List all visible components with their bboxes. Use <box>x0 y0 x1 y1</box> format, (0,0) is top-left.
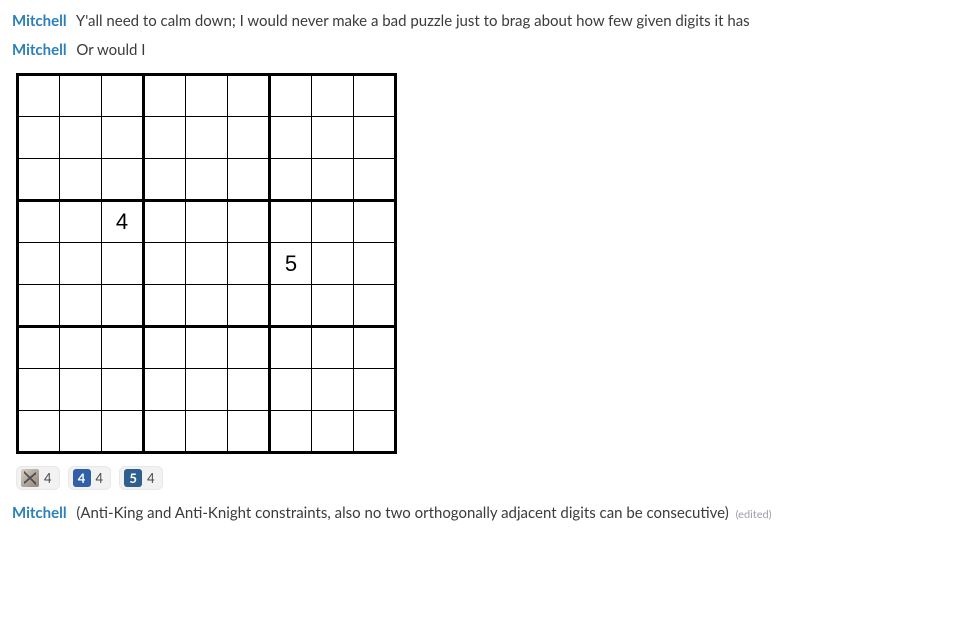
reaction-button[interactable]: 4 4 <box>68 466 112 490</box>
message-author[interactable]: Mitchell <box>12 504 67 522</box>
message-text: Or would I <box>76 41 145 59</box>
reaction-count: 4 <box>96 472 104 485</box>
sudoku-given: 5 <box>270 243 312 285</box>
message-author[interactable]: Mitchell <box>12 12 67 30</box>
chat-message: Mitchell Or would I <box>12 39 944 62</box>
reaction-button[interactable]: 5 4 <box>119 466 163 490</box>
message-text: Y'all need to calm down; I would never m… <box>76 12 750 30</box>
reaction-emoji-avatar <box>21 469 39 487</box>
chat-message: Mitchell Y'all need to calm down; I woul… <box>12 10 944 33</box>
reaction-emoji-four: 4 <box>73 469 91 487</box>
sudoku-grid: 4 5 <box>16 73 397 454</box>
message-text: (Anti-King and Anti-Knight constraints, … <box>76 504 728 522</box>
reaction-button[interactable]: 4 <box>16 466 60 490</box>
sudoku-given: 4 <box>102 201 144 243</box>
reaction-emoji-five: 5 <box>124 469 142 487</box>
reaction-count: 4 <box>44 472 52 485</box>
edited-indicator: (edited) <box>736 508 772 521</box>
sudoku-image[interactable]: 4 5 <box>12 67 944 462</box>
reaction-bar: 4 4 4 5 4 <box>12 462 944 500</box>
message-author[interactable]: Mitchell <box>12 41 67 59</box>
chat-message: Mitchell (Anti-King and Anti-Knight cons… <box>12 502 944 525</box>
reaction-count: 4 <box>147 472 155 485</box>
